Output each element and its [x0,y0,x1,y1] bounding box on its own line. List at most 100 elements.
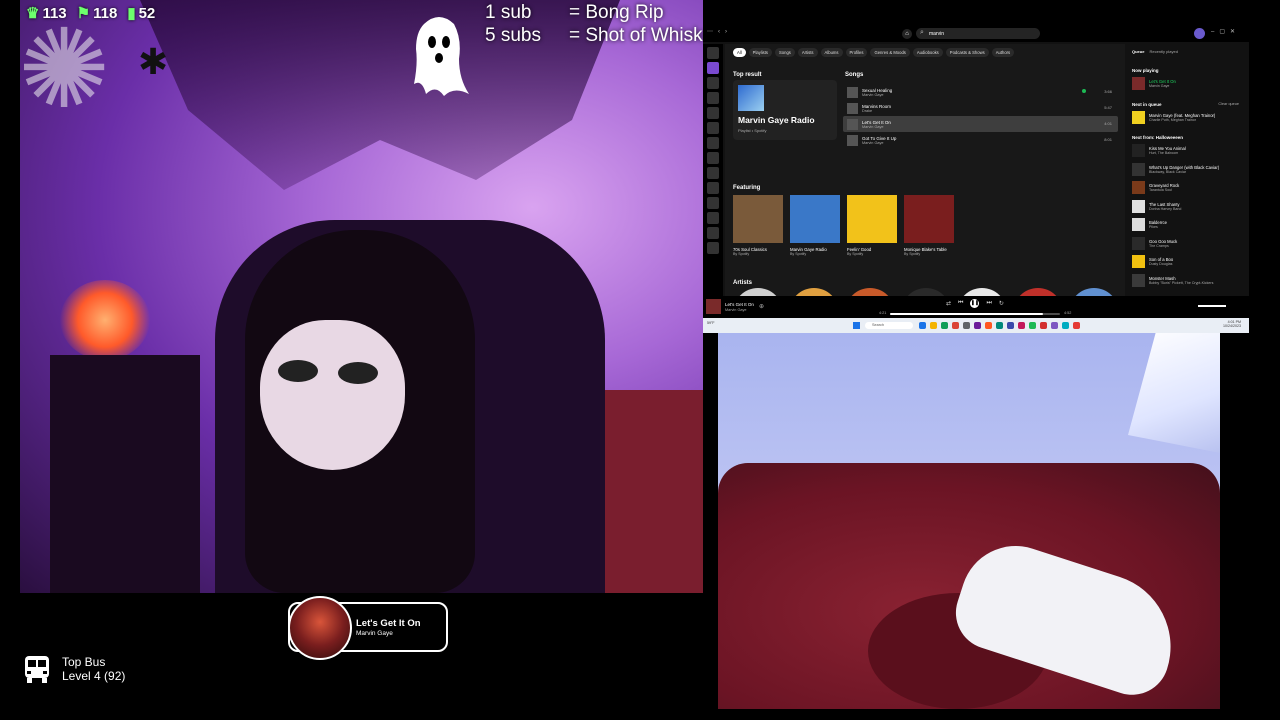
pause-button[interactable]: ❚❚ [970,299,980,308]
weather-widget[interactable]: 59°F [707,321,715,325]
filter-chips: All Playlists Songs Artists Albums Profiles Ge… [733,48,1015,57]
stream-canvas: ✺ ✱ ♛ 113 ⚑ 118 ▮ 52 1 sub = Bong Rip 5 … [0,0,1280,720]
queue-item[interactable]: Goo Goo Muck The Cramps [1132,236,1244,250]
song-artist: Drake [862,108,873,113]
filter-chip[interactable]: Albums [820,48,843,57]
filter-chip[interactable]: Genres & Moods [870,48,910,57]
artist-avatar[interactable] [957,288,1007,296]
queue-item-art [1132,181,1145,194]
featuring-card[interactable]: Feelin' Good By Spotify [847,195,897,256]
artist-avatar[interactable] [845,288,895,296]
home-icon[interactable]: ⌂ [902,29,912,39]
artists-heading: Artists [733,280,753,286]
queue-now-playing[interactable]: Let's Get It On Marvin Gaye [1132,77,1244,90]
library-tile[interactable] [707,182,719,194]
queue-item[interactable]: Graveyard Rock Tarantula Soul [1132,181,1244,194]
library-tile[interactable] [707,122,719,134]
filter-chip[interactable]: Podcasts & Shows [945,48,989,57]
top-result-card[interactable]: Marvin Gaye Radio Playlist • Spotify [733,80,837,140]
taskbar-app-icon[interactable] [1062,322,1069,329]
artist-avatar[interactable] [789,288,839,296]
library-tile[interactable] [707,212,719,224]
taskbar-app-icon[interactable] [941,322,948,329]
taskbar-app-icon[interactable] [985,322,992,329]
window-controls[interactable]: –▢✕ [1211,28,1240,35]
dresser [50,355,200,593]
room-window [1128,333,1220,453]
search-query: marvin [929,31,945,37]
featuring-card[interactable]: 70s Soul Classics By Spotify [733,195,783,256]
taskbar-app-icon[interactable] [919,322,926,329]
start-icon[interactable] [853,322,860,329]
repeat-icon[interactable]: ↻ [999,300,1004,307]
queue-item[interactable]: Monster Mash Bobby "Boris" Pickett, The C… [1132,273,1244,287]
avatar[interactable] [1194,28,1205,39]
queue-item[interactable]: Son of a Boo Dusty Douglas [1132,255,1244,268]
taskbar-app-icon[interactable] [1018,322,1025,329]
artist-avatar[interactable] [733,288,783,296]
library-tile[interactable] [707,92,719,104]
library-tile[interactable] [707,167,719,179]
filter-chip[interactable]: Profiles [845,48,868,57]
song-row[interactable]: Let's Get It On Marvin Gaye 4:01 [843,116,1118,132]
player-title[interactable]: Let's Get It On [725,302,754,307]
featuring-card[interactable]: Marvin Gaye Radio By Spotify [790,195,840,256]
queue-next-item[interactable]: Marvin Gaye (feat. Meghan Trainor) Charl… [1132,111,1244,124]
song-row[interactable]: Sexual Healing Marvin Gaye 3:66 [843,84,1118,100]
library-tile[interactable] [707,107,719,119]
queue-item-text: Kiss Me You Animal Hurt, The Balroom [1149,146,1186,155]
taskbar-app-icon[interactable] [1029,322,1036,329]
library-tile[interactable] [707,242,719,254]
taskbar-app-icon[interactable] [963,322,970,329]
library-tile[interactable] [707,197,719,209]
filter-chip[interactable]: Playlists [748,48,773,57]
library-tile[interactable] [707,62,719,74]
nav-arrows-icon[interactable]: ⋯‹› [707,28,732,35]
library-tile[interactable] [707,47,719,59]
taskbar-search[interactable]: Search [865,322,913,329]
next-icon[interactable]: ⏭ [986,300,991,307]
taskbar-app-icon[interactable] [1007,322,1014,329]
filter-chip[interactable]: Audiobooks [912,48,943,57]
saved-check-icon[interactable] [1082,89,1086,93]
song-row[interactable]: Marvins Room Drake 5:47 [843,100,1118,116]
tab-recently-played[interactable]: Recently played [1149,49,1177,54]
taskbar-app-icon[interactable] [952,322,959,329]
stat-followers: ♛ 113 [26,4,67,23]
filter-chip[interactable]: Artists [797,48,818,57]
taskbar-app-icon[interactable] [930,322,937,329]
artist-avatar[interactable] [1013,288,1063,296]
taskbar-app-icon[interactable] [1051,322,1058,329]
progress-bar[interactable] [890,313,1060,315]
tab-queue[interactable]: Queue [1132,49,1144,54]
filter-chip[interactable]: Songs [775,48,795,57]
taskbar-app-icon[interactable] [974,322,981,329]
artist-avatar[interactable] [1069,288,1119,296]
artist-avatar[interactable] [901,288,951,296]
taskbar-app-icon[interactable] [1040,322,1047,329]
player-artist[interactable]: Marvin Gaye [725,308,747,312]
library-tile[interactable] [707,137,719,149]
queue-item[interactable]: Kiss Me You Animal Hurt, The Balroom [1132,144,1244,157]
library-tile[interactable] [707,152,719,164]
taskbar-app-icon[interactable] [1073,322,1080,329]
runner-icon: ⚑ [76,5,91,22]
previous-icon[interactable]: ⏮ [958,300,963,307]
queue-item[interactable]: Balderrce Pikes [1132,218,1244,231]
library-tile[interactable] [707,227,719,239]
song-row[interactable]: Got To Give It Up Marvin Gaye 8:01 [843,132,1118,148]
search-input[interactable]: ⌕ marvin [916,28,1040,39]
volume-slider[interactable] [1198,305,1226,307]
queue-item[interactable]: What's Up Danger (with Black Caviar) Blac… [1132,162,1244,176]
shuffle-icon[interactable]: ⇄ [946,300,951,307]
library-tile[interactable] [707,77,719,89]
queue-item[interactable]: The Last Shanty Dorina Harvey Band [1132,199,1244,213]
add-icon[interactable]: ⊕ [759,303,764,310]
featuring-card[interactable]: Monique Blake's Table By Spotify [904,195,954,256]
taskbar-clock[interactable]: 4:01 PM 10/24/2023 [1223,320,1241,328]
taskbar-app-icon[interactable] [996,322,1003,329]
filter-chip[interactable]: Authors [991,48,1015,57]
streamer-face [260,320,405,470]
filter-chip[interactable]: All [733,48,746,57]
clear-queue-button[interactable]: Clear queue [1218,102,1239,106]
